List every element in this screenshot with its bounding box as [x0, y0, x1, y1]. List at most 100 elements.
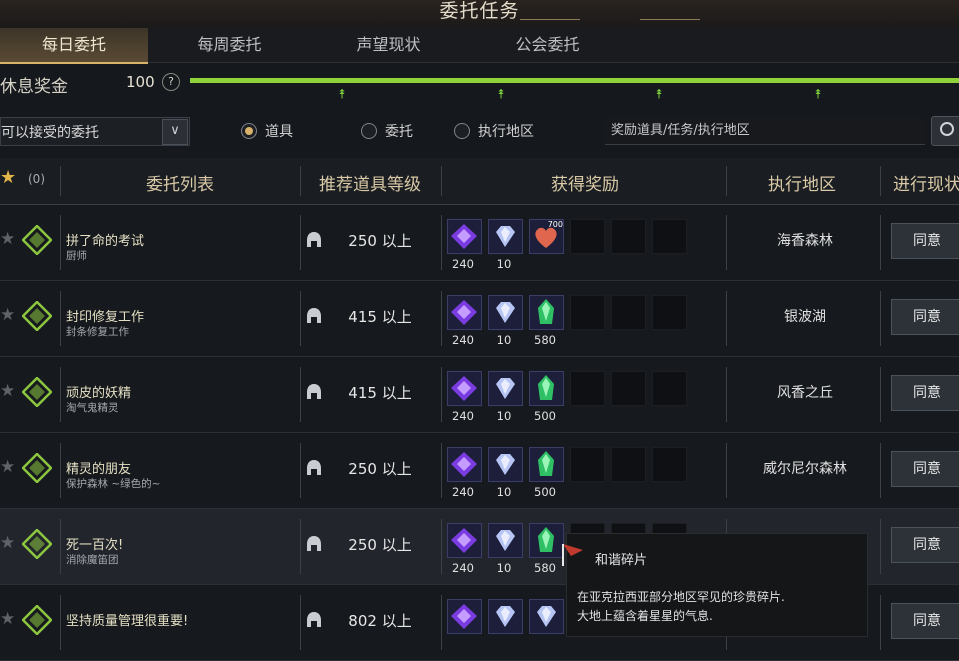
- reward-slot-empty: [652, 219, 687, 254]
- tooltip-description: 在亚克拉西亚部分地区罕见的珍贵碎片. 大地上蕴含着星星的气息.: [577, 588, 785, 626]
- accept-button[interactable]: 同意: [891, 375, 959, 411]
- tab-guild[interactable]: 公会委托: [470, 28, 625, 62]
- reward-slot[interactable]: [529, 295, 564, 330]
- search-input[interactable]: [605, 117, 923, 144]
- purple-gem-icon: [451, 528, 477, 553]
- col-recommended-level[interactable]: 推荐道具等级: [300, 170, 440, 195]
- reward-slot[interactable]: [488, 219, 523, 254]
- reward-slot-empty: [652, 295, 687, 330]
- recommended-level: 415 以上: [348, 308, 412, 326]
- reward-count: 240: [452, 561, 474, 575]
- quest-subtitle: 消除魔笛团: [66, 554, 119, 566]
- helmet-icon: [307, 308, 321, 323]
- table-row[interactable]: ★ 封印修复工作 封条修复工作 415 以上 240 10 580 银波湖 同意: [0, 281, 959, 357]
- column-divider: [441, 291, 442, 346]
- helmet-icon: [307, 232, 321, 247]
- column-divider: [60, 595, 61, 650]
- reward-slot-empty: [611, 295, 646, 330]
- helmet-icon: [307, 536, 321, 551]
- reward-slot-empty: [652, 371, 687, 406]
- reward-slot[interactable]: [447, 219, 482, 254]
- green-shard-icon: [538, 375, 554, 400]
- recommended-level: 415 以上: [348, 384, 412, 402]
- reward-count: 580: [534, 561, 556, 575]
- table-row[interactable]: ★ 拼了命的考试 厨师 250 以上 240 10 700 海香森林 同意: [0, 205, 959, 281]
- column-divider: [726, 166, 727, 196]
- radio-label: 道具: [265, 124, 293, 140]
- accept-button[interactable]: 同意: [891, 223, 959, 259]
- table-row[interactable]: ★ 顽皮的妖精 淘气鬼精灵 415 以上 240 10 500 风香之丘 同意: [0, 357, 959, 433]
- search-icon: [940, 122, 954, 136]
- reward-count: 240: [452, 485, 474, 499]
- accept-button[interactable]: 同意: [891, 603, 959, 639]
- favorite-star-icon[interactable]: ★: [0, 167, 16, 188]
- reward-slot[interactable]: [488, 599, 523, 634]
- favorite-star-icon[interactable]: ★: [0, 381, 15, 401]
- column-divider: [726, 367, 727, 422]
- quest-region: 风香之丘: [777, 385, 833, 401]
- quest-subtitle: 封条修复工作: [66, 326, 129, 338]
- tooltip-title: 和谐碎片: [595, 553, 648, 568]
- col-quest-list[interactable]: 委托列表: [100, 170, 260, 195]
- reward-slot[interactable]: [529, 447, 564, 482]
- crystal-icon: [496, 302, 515, 323]
- help-icon[interactable]: ?: [162, 73, 180, 91]
- reward-slot[interactable]: [447, 371, 482, 406]
- quest-name: 坚持质量管理很重要!: [66, 614, 189, 629]
- reward-count: 10: [496, 485, 512, 499]
- reward-slot[interactable]: [447, 295, 482, 330]
- tab-daily[interactable]: 每日委托: [0, 28, 148, 64]
- quest-filter-select[interactable]: 可以接受的委托 ∨: [0, 117, 190, 146]
- col-status: 进行现状: [893, 175, 959, 195]
- favorite-star-icon[interactable]: ★: [0, 609, 15, 629]
- reward-slot[interactable]: [447, 447, 482, 482]
- rest-bonus-label: 休息奖金: [0, 77, 68, 97]
- reward-slot[interactable]: [529, 523, 564, 558]
- helmet-icon: [307, 384, 321, 399]
- helmet-icon: [307, 612, 321, 627]
- accept-button[interactable]: 同意: [891, 527, 959, 563]
- radio-button[interactable]: [241, 123, 257, 139]
- quest-region: 威尔尼尔森林: [763, 461, 847, 477]
- column-divider: [60, 215, 61, 270]
- col-rewards: 获得奖励: [551, 175, 619, 195]
- reward-slot-empty: [570, 447, 605, 482]
- reward-slot[interactable]: [447, 599, 482, 634]
- reward-slot[interactable]: [529, 599, 564, 634]
- title-ornament-right: [640, 19, 700, 20]
- reward-slot[interactable]: [488, 447, 523, 482]
- reward-slot[interactable]: 700: [529, 219, 564, 254]
- column-divider: [441, 595, 442, 650]
- green-shard-icon: [538, 299, 554, 324]
- reward-slot[interactable]: [488, 371, 523, 406]
- column-divider: [60, 443, 61, 498]
- col-region[interactable]: 执行地区: [730, 170, 874, 195]
- tab-weekly[interactable]: 每周委托: [152, 28, 307, 62]
- reward-slot[interactable]: [488, 295, 523, 330]
- reward-slot[interactable]: [447, 523, 482, 558]
- green-shard-icon: [538, 527, 554, 552]
- column-divider: [60, 291, 61, 346]
- column-divider: [880, 215, 881, 270]
- search-box[interactable]: [605, 117, 925, 145]
- accept-button[interactable]: 同意: [891, 451, 959, 487]
- rest-bonus-progress-bar: [190, 78, 959, 83]
- favorite-star-icon[interactable]: ★: [0, 533, 15, 553]
- tab-reputation[interactable]: 声望现状: [311, 28, 466, 62]
- chevron-down-icon[interactable]: ∨: [162, 119, 188, 145]
- reward-slot[interactable]: [529, 371, 564, 406]
- table-row[interactable]: ★ 精灵的朋友 保护森林 ~绿色的~ 250 以上 240 10 500 威尔尼尔森林 同意: [0, 433, 959, 509]
- window-title-bar: 委托任务: [0, 0, 959, 28]
- favorite-star-icon[interactable]: ★: [0, 457, 15, 477]
- accept-button[interactable]: 同意: [891, 299, 959, 335]
- radio-button[interactable]: [361, 123, 377, 139]
- favorite-star-icon[interactable]: ★: [0, 305, 15, 325]
- radio-button[interactable]: [454, 123, 470, 139]
- quest-name: 死一百次!: [66, 538, 124, 553]
- reward-slot[interactable]: [488, 523, 523, 558]
- favorite-star-icon[interactable]: ★: [0, 229, 15, 249]
- quest-emblem-icon: [22, 377, 52, 407]
- search-button[interactable]: [931, 116, 959, 146]
- quest-region: 海香森林: [777, 233, 833, 249]
- quest-name: 精灵的朋友: [66, 462, 132, 477]
